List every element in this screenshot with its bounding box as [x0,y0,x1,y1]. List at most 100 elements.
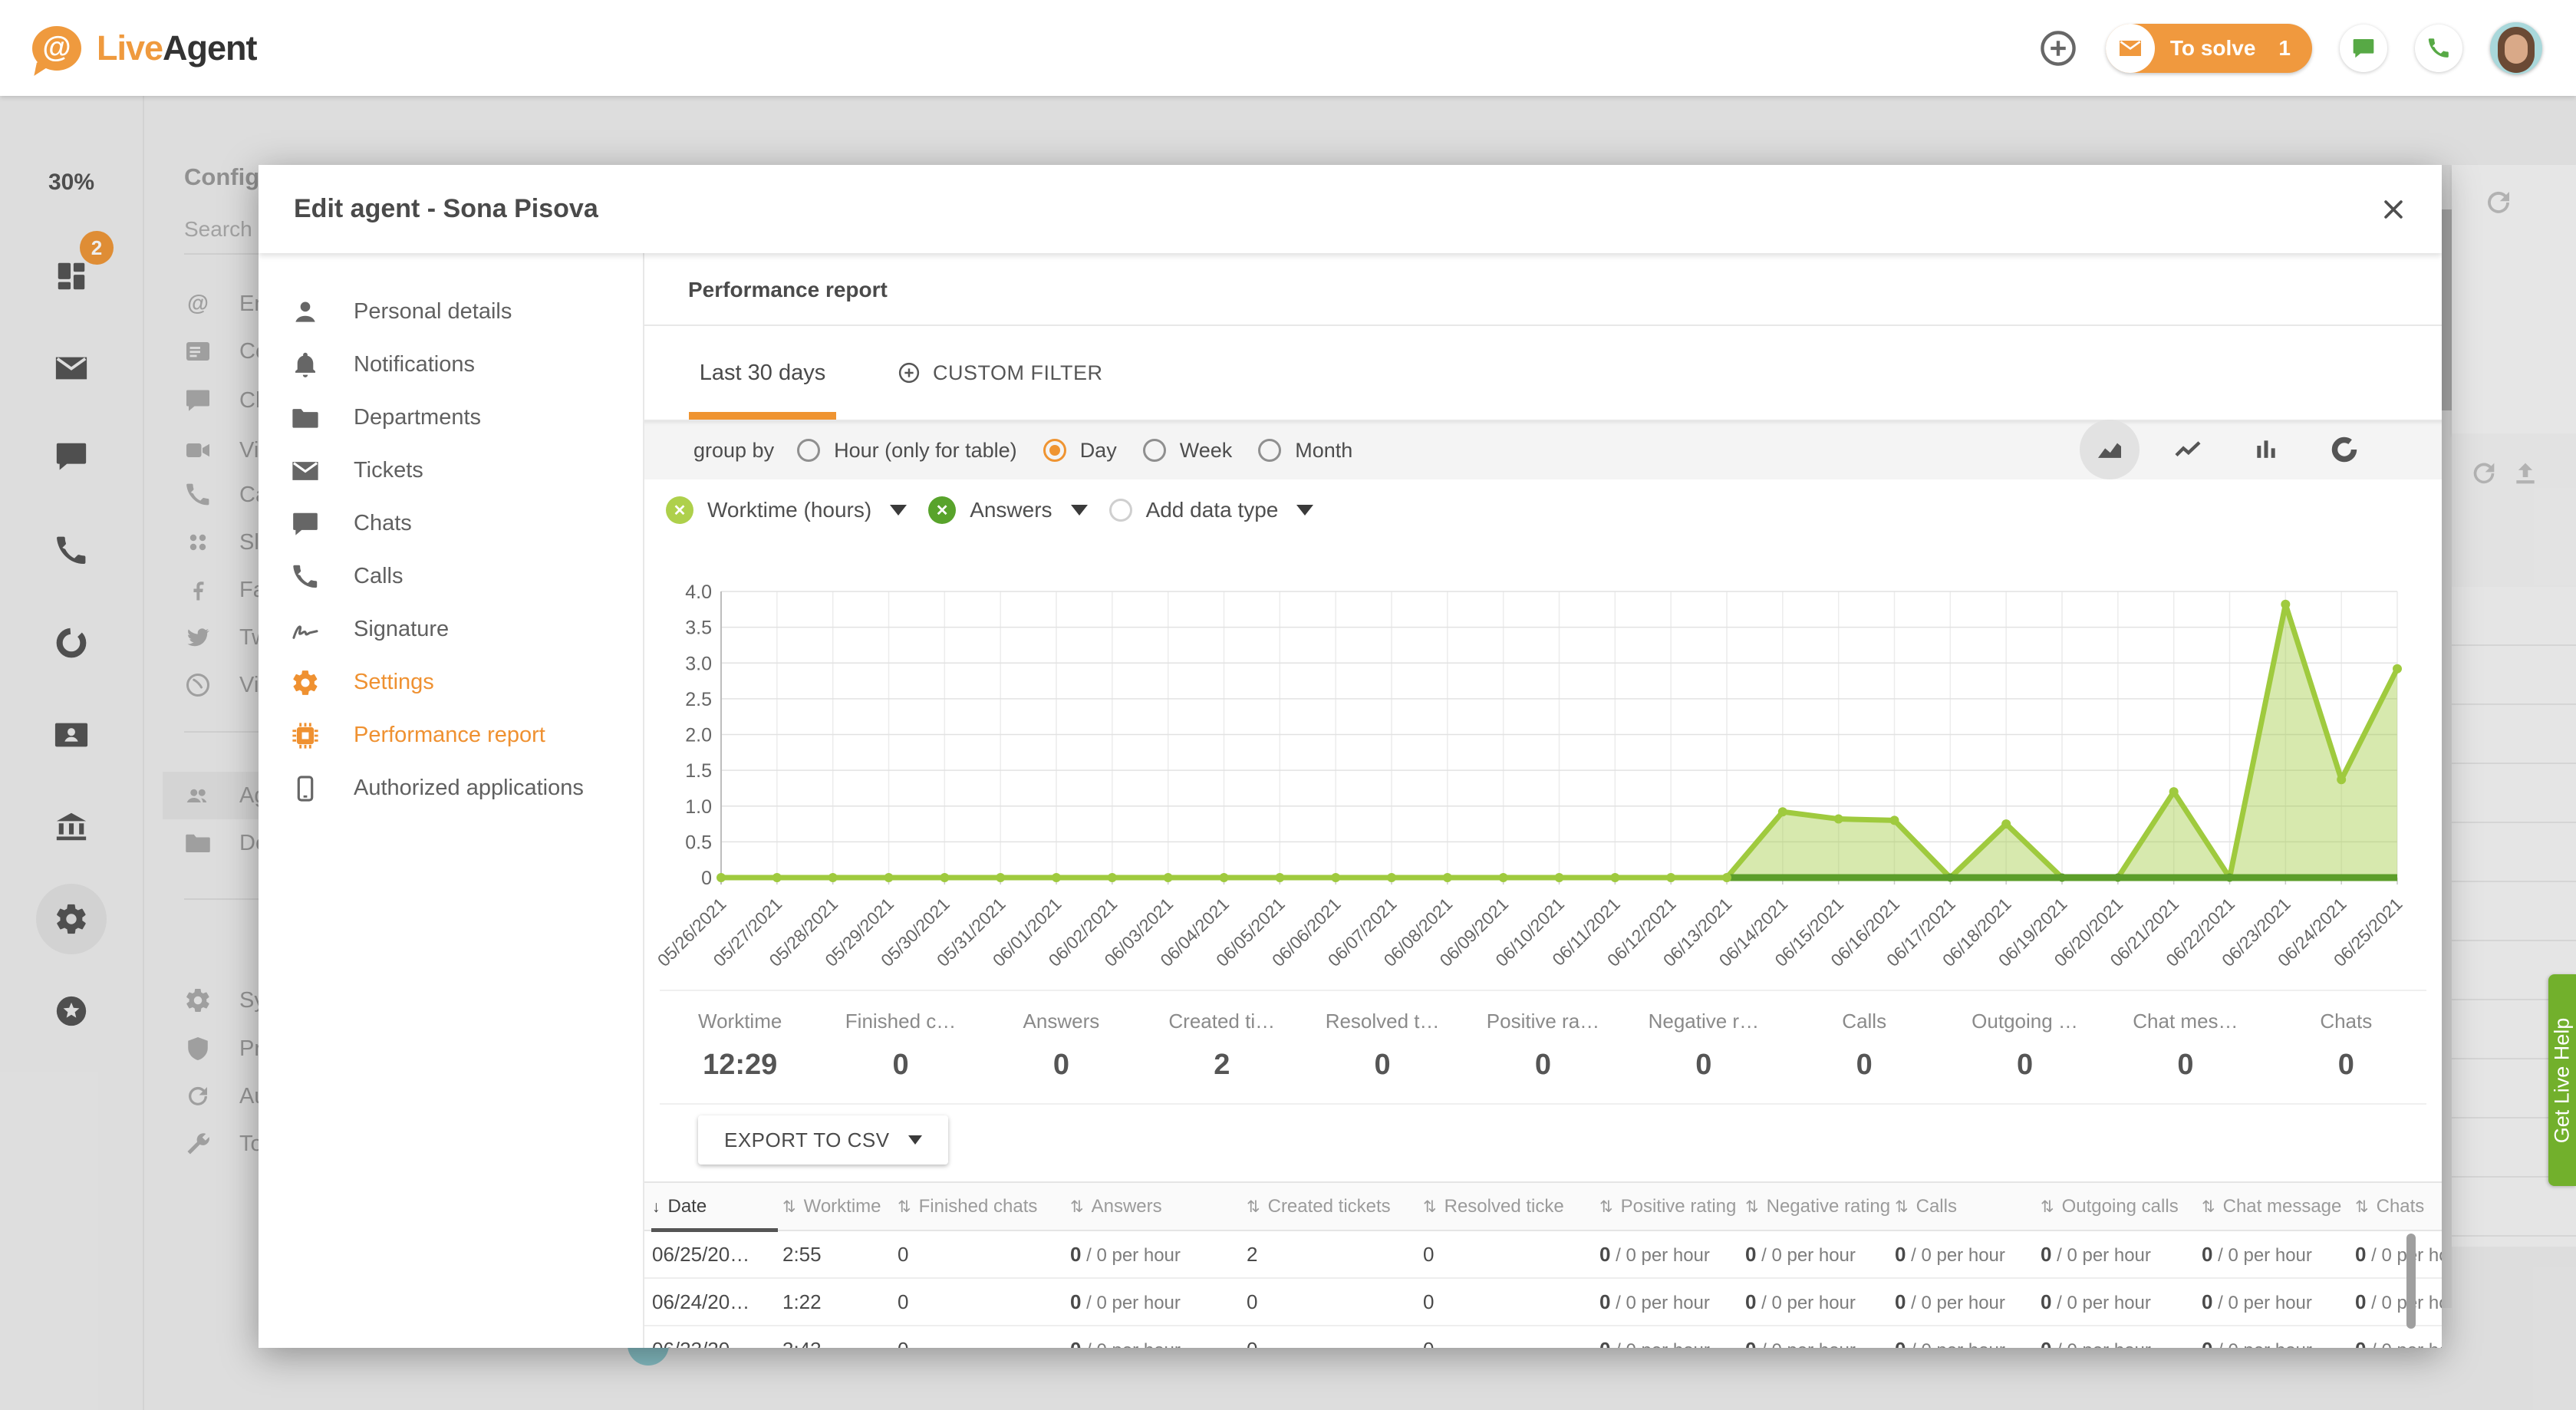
summary-stat-label: Answers [981,1010,1141,1033]
to-solve-button[interactable]: To solve 1 [2106,24,2312,73]
nav-item-performance-report[interactable]: Performance report [259,709,643,762]
radio-icon [1143,439,1166,462]
table-cell: 0 / 0 per hour [1599,1290,1745,1314]
nav-item-personal-details[interactable]: Personal details [259,285,643,338]
summary-stat-label: Outgoing … [1945,1010,2105,1033]
bar-chart-button[interactable] [2236,420,2296,479]
calls-button[interactable] [2415,25,2462,72]
summary-stat-label: Calls [1784,1010,1945,1033]
column-header-worktime[interactable]: ⇅Worktime [782,1196,898,1217]
summary-stat-label: Chat mes… [2105,1010,2265,1033]
donut-chart-button[interactable] [2314,420,2374,479]
user-avatar[interactable] [2490,22,2542,74]
chat-icon [2351,36,2376,61]
area-chart-button[interactable] [2080,420,2140,479]
column-header-calls[interactable]: ⇅Calls [1895,1196,2041,1217]
table-cell: 0 [1423,1243,1599,1267]
envelope-icon [291,456,320,486]
nav-item-departments[interactable]: Departments [259,391,643,444]
tab-last-30-days[interactable]: Last 30 days [689,326,836,420]
chats-button[interactable] [2340,25,2387,72]
summary-stat: Finished c…0 [820,991,980,1103]
sort-icon: ⇅ [1247,1198,1260,1216]
summary-stat-value: 0 [1945,1049,2105,1082]
table-row[interactable]: 06/25/20…2:5500 / 0 per hour200 / 0 per … [644,1231,2442,1279]
summary-stat-label: Created ti… [1141,1010,1302,1033]
series-chip-worktime-hours-[interactable]: ✕Worktime (hours) [666,496,907,524]
table-cell: 0 / 0 per hour [1745,1338,1895,1349]
table-cell: 0 / 0 per hour [1895,1243,2041,1267]
column-header-positive-rating[interactable]: ⇅Positive rating [1599,1196,1745,1217]
column-header-chat-message[interactable]: ⇅Chat message [2202,1196,2355,1217]
liveagent-logo[interactable]: @ LiveAgent [32,26,257,71]
summary-stat-value: 0 [981,1049,1141,1082]
chart-type-switcher [2080,420,2374,479]
chip-icon [291,721,320,750]
group-by-option-day[interactable]: Day [1043,439,1117,463]
remove-series-icon[interactable]: ✕ [666,496,693,524]
table-row[interactable]: 06/24/20…1:2200 / 0 per hour000 / 0 per … [644,1279,2442,1326]
summary-stat-value: 0 [1463,1049,1623,1082]
logo-agent: Agent [163,28,257,68]
close-icon[interactable] [2380,196,2406,222]
summary-stat-value: 12:29 [660,1049,820,1082]
top-bar: @ LiveAgent To solve 1 [0,0,2576,96]
folder-icon [291,404,320,433]
group-by-option-week[interactable]: Week [1143,439,1233,463]
summary-stat: Worktime12:29 [660,991,820,1103]
column-header-created-tickets[interactable]: ⇅Created tickets [1247,1196,1423,1217]
nav-item-notifications[interactable]: Notifications [259,338,643,391]
table-cell: 06/23/20… [652,1338,782,1349]
chart-svg: 00.51.01.52.02.53.03.54.005/26/202105/27… [644,541,2442,990]
line-chart-button[interactable] [2158,420,2218,479]
custom-filter-label: CUSTOM FILTER [933,361,1103,385]
phone-icon [291,562,320,591]
column-header-date[interactable]: ↓Date [652,1196,782,1217]
table-cell: 0 [1423,1338,1599,1349]
summary-stat: Chats0 [2266,991,2426,1103]
plus-circle-icon [898,361,921,384]
svg-text:2.5: 2.5 [685,689,712,710]
group-by-option-month[interactable]: Month [1258,439,1352,463]
nav-item-label: Notifications [354,352,475,377]
remove-series-icon[interactable]: ✕ [928,496,956,524]
performance-chart: 00.51.01.52.02.53.03.54.005/26/202105/27… [644,541,2442,990]
table-row[interactable]: 06/23/20…3:4300 / 0 per hour000 / 0 per … [644,1326,2442,1348]
add-new-button[interactable] [2038,28,2078,68]
tab-custom-filter[interactable]: CUSTOM FILTER [898,326,1103,420]
group-by-option-label: Month [1295,439,1352,463]
column-header-chats[interactable]: ⇅Chats [2355,1196,2442,1217]
group-by-option-hour-only-for-table-[interactable]: Hour (only for table) [797,439,1017,463]
table-cell: 2 [1247,1243,1423,1267]
series-chips-bar: ✕Worktime (hours) ✕Answers Add data type [644,479,2442,541]
column-header-finished-chats[interactable]: ⇅Finished chats [898,1196,1070,1217]
get-live-help-tab[interactable]: Get Live Help [2548,974,2576,1186]
nav-item-calls[interactable]: Calls [259,550,643,603]
summary-stat-value: 0 [820,1049,980,1082]
nav-item-label: Performance report [354,723,545,748]
table-cell: 0 / 0 per hour [1599,1243,1745,1267]
svg-text:4.0: 4.0 [685,581,712,603]
column-header-answers[interactable]: ⇅Answers [1070,1196,1247,1217]
nav-item-tickets[interactable]: Tickets [259,444,643,497]
summary-stat: Chat mes…0 [2105,991,2265,1103]
modal-body: Personal details Notifications Departments… [259,253,2442,1348]
table-scrollbar-thumb[interactable] [2406,1234,2416,1329]
column-header-label: Answers [1092,1196,1162,1217]
nav-item-label: Tickets [354,458,423,483]
table-cell: 06/24/20… [652,1290,782,1314]
gear-icon [291,668,320,697]
svg-text:1.5: 1.5 [685,760,712,782]
nav-item-chats[interactable]: Chats [259,497,643,550]
column-header-resolved-ticke[interactable]: ⇅Resolved ticke [1423,1196,1599,1217]
export-to-csv-button[interactable]: EXPORT TO CSV [698,1115,948,1165]
nav-item-signature[interactable]: Signature [259,603,643,656]
column-header-outgoing-calls[interactable]: ⇅Outgoing calls [2041,1196,2202,1217]
column-header-negative-rating[interactable]: ⇅Negative rating [1745,1196,1895,1217]
group-by-option-label: Hour (only for table) [834,439,1017,463]
nav-item-authorized-applications[interactable]: Authorized applications [259,762,643,815]
nav-item-settings[interactable]: Settings [259,656,643,709]
series-chip-add-data-type[interactable]: Add data type [1109,498,1314,522]
column-header-label: Positive rating [1621,1196,1737,1217]
series-chip-answers[interactable]: ✕Answers [928,496,1087,524]
